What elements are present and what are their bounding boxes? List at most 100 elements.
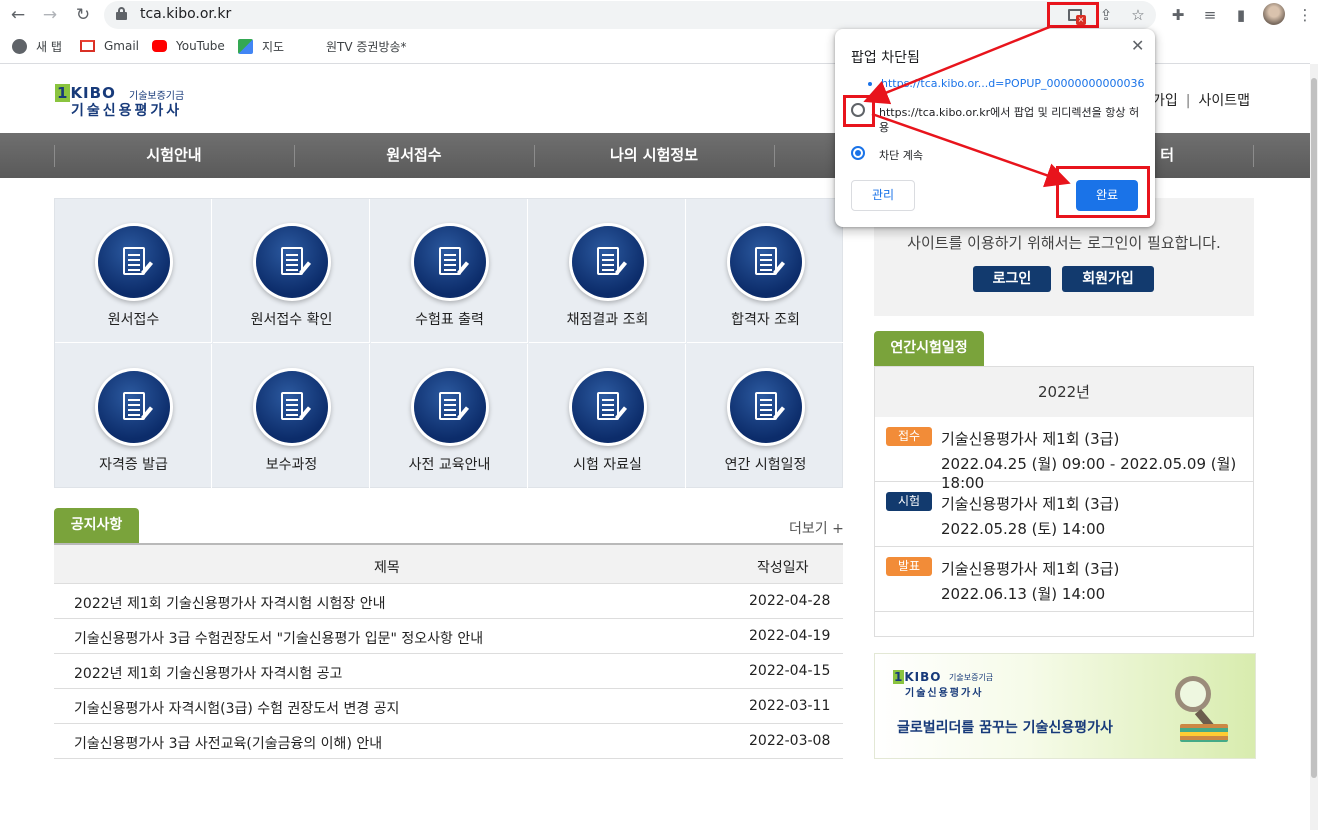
quick-apply-check[interactable]: 원서접수 확인 bbox=[213, 199, 370, 343]
quick-apply[interactable]: 원서접수 bbox=[55, 199, 212, 343]
notice-tab[interactable]: 공지사항 bbox=[54, 508, 139, 543]
side-panel-icon[interactable]: ▮ bbox=[1231, 5, 1251, 25]
document-icon bbox=[755, 247, 777, 275]
back-arrow-icon[interactable]: ← bbox=[8, 5, 28, 25]
col-date: 작성일자 bbox=[757, 560, 809, 576]
schedule-year: 2022년 bbox=[875, 367, 1253, 417]
banner-logo-name: 기술신용평가사 bbox=[905, 688, 984, 699]
row-date: 2022-03-08 bbox=[749, 733, 831, 749]
table-row[interactable]: 기술신용평가사 자격시험(3급) 수험 권장도서 변경 공지 2022-03-11 bbox=[54, 689, 843, 724]
nav-application[interactable]: 원서접수 bbox=[294, 133, 534, 178]
bookmark-youtube[interactable]: YouTube bbox=[152, 37, 225, 55]
bullet-dot bbox=[868, 82, 872, 86]
table-row[interactable]: 기술신용평가사 3급 수험권장도서 "기술신용평가 입문" 정오사항 안내 202… bbox=[54, 619, 843, 654]
quick-score-result[interactable]: 채점결과 조회 bbox=[529, 199, 686, 343]
allow-radio[interactable] bbox=[851, 103, 865, 117]
banner-slogan: 글로벌리더를 꿈꾸는 기술신용평가사 bbox=[897, 720, 1113, 736]
login-button[interactable]: 로그인 bbox=[973, 266, 1051, 292]
row-date: 2022-03-11 bbox=[749, 698, 831, 714]
row-title[interactable]: 기술신용평가사 자격시험(3급) 수험 권장도서 변경 공지 bbox=[74, 698, 399, 718]
magnifier-icon bbox=[1175, 676, 1211, 712]
row-title[interactable]: 2022년 제1회 기술신용평가사 자격시험 공고 bbox=[74, 663, 342, 683]
address-bar[interactable]: tca.kibo.or.kr × ⇪ ☆ bbox=[104, 1, 1156, 29]
nav-my-exam[interactable]: 나의 시험정보 bbox=[534, 133, 774, 178]
event-title: 기술신용평가사 제1회 (3급) bbox=[941, 560, 1120, 578]
event-date: 2022.05.28 (토) 14:00 bbox=[941, 520, 1106, 538]
schedule-event[interactable]: 접수 기술신용평가사 제1회 (3급) 2022.04.25 (월) 09:00… bbox=[875, 417, 1253, 492]
manage-button[interactable]: 관리 bbox=[851, 180, 915, 211]
quick-annual-schedule[interactable]: 연간 시험일정 bbox=[687, 344, 844, 488]
quick-menu-grid: 원서접수 원서접수 확인 수험표 출력 채점결과 조회 합격자 조회 자격증 발… bbox=[54, 198, 844, 488]
join-button[interactable]: 회원가입 bbox=[1062, 266, 1154, 292]
page-scrollbar[interactable] bbox=[1310, 64, 1318, 830]
youtube-icon bbox=[152, 40, 167, 52]
quick-admission-ticket[interactable]: 수험표 출력 bbox=[371, 199, 528, 343]
schedule-tab[interactable]: 연간시험일정 bbox=[874, 331, 984, 366]
schedule-event[interactable]: 시험 기술신용평가사 제1회 (3급) 2022.05.28 (토) 14:00 bbox=[875, 482, 1253, 547]
bookmark-new-tab[interactable]: 새 탭 bbox=[12, 37, 62, 55]
done-button[interactable]: 완료 bbox=[1076, 180, 1138, 211]
books-icon bbox=[1180, 724, 1228, 742]
event-title: 기술신용평가사 제1회 (3급) bbox=[941, 495, 1120, 513]
status-badge: 접수 bbox=[886, 427, 932, 446]
popup-blocked-icon[interactable]: × bbox=[1068, 9, 1086, 25]
notice-table: 제목 작성일자 2022년 제1회 기술신용평가사 자격시험 시험장 안내 202… bbox=[54, 543, 843, 759]
quick-pre-education[interactable]: 사전 교육안내 bbox=[371, 344, 528, 488]
bookmark-label: Gmail bbox=[104, 39, 140, 53]
schedule-event[interactable]: 발표 기술신용평가사 제1회 (3급) 2022.06.13 (월) 14:00 bbox=[875, 547, 1253, 612]
status-badge: 발표 bbox=[886, 557, 932, 576]
gmail-icon bbox=[80, 40, 95, 52]
status-badge: 시험 bbox=[886, 492, 932, 511]
quick-certificate[interactable]: 자격증 발급 bbox=[55, 344, 212, 488]
kebab-menu-icon[interactable]: ⋮ bbox=[1295, 5, 1315, 25]
table-row[interactable]: 2022년 제1회 기술신용평가사 자격시험 시험장 안내 2022-04-28 bbox=[54, 584, 843, 619]
quick-label: 채점결과 조회 bbox=[566, 312, 649, 328]
profile-avatar[interactable] bbox=[1263, 3, 1285, 25]
row-title[interactable]: 기술신용평가사 3급 사전교육(기술금융의 이해) 안내 bbox=[74, 733, 382, 753]
quick-label: 원서접수 bbox=[107, 312, 160, 328]
document-icon bbox=[597, 392, 619, 420]
table-row[interactable]: 기술신용평가사 3급 사전교육(기술금융의 이해) 안내 2022-03-08 bbox=[54, 724, 843, 759]
popup-blocked-dialog: 팝업 차단됨 ✕ https://tca.kibo.or...d=POPUP_0… bbox=[835, 29, 1155, 227]
site-logo[interactable]: 1 KIBO 기술보증기금 기술신용평가사 bbox=[55, 84, 195, 119]
document-icon bbox=[123, 392, 145, 420]
schedule-box: 2022년 접수 기술신용평가사 제1회 (3급) 2022.04.25 (월)… bbox=[874, 366, 1254, 637]
event-title: 기술신용평가사 제1회 (3급) bbox=[941, 430, 1120, 448]
document-icon bbox=[281, 247, 303, 275]
popup-icon-highlight: × bbox=[1047, 2, 1099, 28]
allow-option-label[interactable]: https://tca.kibo.or.kr에서 팝업 및 리디렉션을 항상 허… bbox=[879, 105, 1141, 135]
bookmark-label: 지도 bbox=[262, 39, 285, 54]
bookmark-label: 새 탭 bbox=[36, 39, 62, 54]
row-title[interactable]: 기술신용평가사 3급 수험권장도서 "기술신용평가 입문" 정오사항 안내 bbox=[74, 628, 483, 648]
event-date: 2022.06.13 (월) 14:00 bbox=[941, 585, 1106, 603]
promo-banner[interactable]: 1KIBO 기술보증기금 기술신용평가사 글로벌리더를 꿈꾸는 기술신용평가사 bbox=[874, 653, 1256, 759]
reload-icon[interactable]: ↻ bbox=[73, 5, 93, 25]
share-icon[interactable]: ⇪ bbox=[1096, 5, 1116, 25]
table-row[interactable]: 2022년 제1회 기술신용평가사 자격시험 공고 2022-04-15 bbox=[54, 654, 843, 689]
extensions-icon[interactable]: ✚ bbox=[1168, 5, 1188, 25]
block-radio[interactable] bbox=[851, 146, 865, 160]
blocked-popup-link[interactable]: https://tca.kibo.or...d=POPUP_0000000000… bbox=[881, 77, 1145, 90]
notice-more-link[interactable]: 더보기 + bbox=[789, 518, 844, 538]
document-icon bbox=[597, 247, 619, 275]
forward-arrow-icon[interactable]: → bbox=[40, 5, 60, 25]
document-icon bbox=[281, 392, 303, 420]
star-icon[interactable]: ☆ bbox=[1128, 5, 1148, 25]
bookmark-gmail[interactable]: Gmail bbox=[80, 37, 139, 55]
bookmark-wontv[interactable]: 원TV 증권방송* bbox=[326, 37, 407, 55]
quick-exam-materials[interactable]: 시험 자료실 bbox=[529, 344, 686, 488]
bookmark-maps[interactable]: 지도 bbox=[238, 37, 284, 55]
quick-pass-check[interactable]: 합격자 조회 bbox=[687, 199, 844, 343]
quick-label: 합격자 조회 bbox=[731, 312, 800, 328]
sitemap-link[interactable]: 사이트맵 bbox=[1198, 93, 1250, 109]
media-icon[interactable]: ≡ bbox=[1200, 5, 1220, 25]
row-title[interactable]: 2022년 제1회 기술신용평가사 자격시험 시험장 안내 bbox=[74, 593, 386, 613]
nav-exam-info[interactable]: 시험안내 bbox=[54, 133, 294, 178]
quick-refresher[interactable]: 보수과정 bbox=[213, 344, 370, 488]
block-option-label[interactable]: 차단 계속 bbox=[879, 147, 923, 163]
join-link[interactable]: 가입 bbox=[1152, 93, 1178, 109]
maps-icon bbox=[238, 38, 253, 54]
document-icon bbox=[439, 392, 461, 420]
close-icon[interactable]: ✕ bbox=[1131, 36, 1144, 55]
globe-icon bbox=[12, 38, 27, 54]
